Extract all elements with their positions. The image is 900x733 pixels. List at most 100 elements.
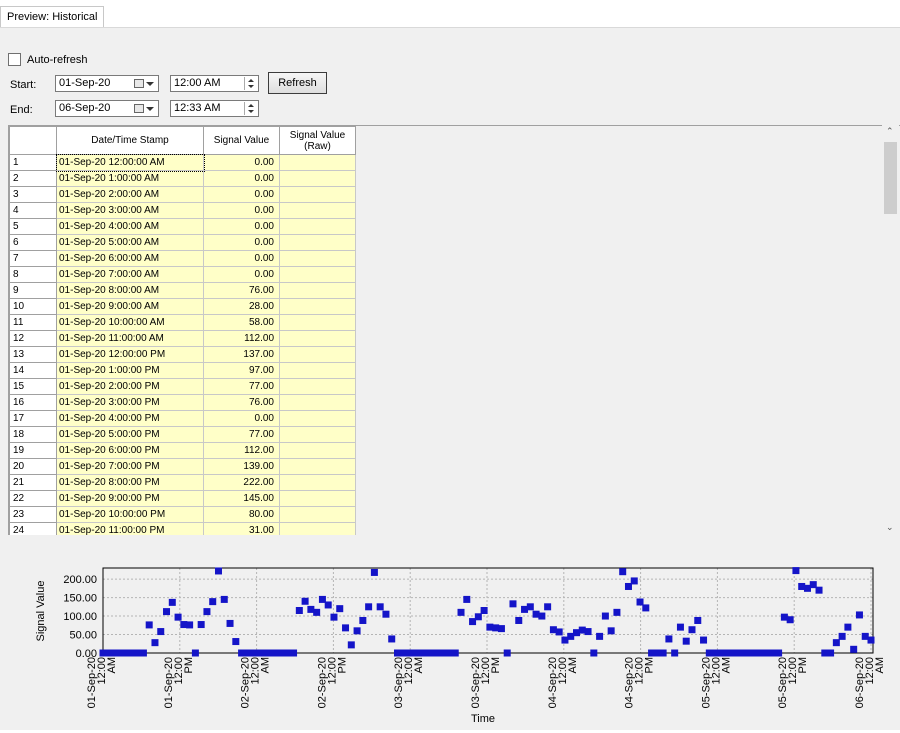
table-row[interactable]: 13 01-Sep-20 12:00:00 PM 137.00 <box>9 346 356 363</box>
signal-value-cell[interactable]: 97.00 <box>203 362 280 379</box>
signal-raw-cell[interactable] <box>279 170 356 187</box>
signal-raw-cell[interactable] <box>279 410 356 427</box>
auto-refresh-checkbox[interactable] <box>8 53 21 66</box>
signal-raw-cell[interactable] <box>279 282 356 299</box>
signal-value-cell[interactable]: 139.00 <box>203 458 280 475</box>
table-row[interactable]: 9 01-Sep-20 8:00:00 AM 76.00 <box>9 282 356 299</box>
timestamp-cell[interactable]: 01-Sep-20 9:00:00 AM <box>56 298 204 315</box>
signal-raw-cell[interactable] <box>279 506 356 523</box>
timestamp-cell[interactable]: 01-Sep-20 3:00:00 PM <box>56 394 204 411</box>
table-row[interactable]: 2 01-Sep-20 1:00:00 AM 0.00 <box>9 170 356 187</box>
table-row[interactable]: 21 01-Sep-20 8:00:00 PM 222.00 <box>9 474 356 491</box>
timestamp-cell[interactable]: 01-Sep-20 1:00:00 AM <box>56 170 204 187</box>
signal-raw-cell[interactable] <box>279 378 356 395</box>
row-number[interactable]: 16 <box>9 394 57 411</box>
signal-value-cell[interactable]: 0.00 <box>203 218 280 235</box>
signal-value-cell[interactable]: 0.00 <box>203 266 280 283</box>
row-number[interactable]: 10 <box>9 298 57 315</box>
vertical-scrollbar[interactable]: ⌃ ⌄ <box>882 125 899 534</box>
column-header[interactable]: Signal Value (Raw) <box>279 126 356 155</box>
timestamp-cell[interactable]: 01-Sep-20 8:00:00 PM <box>56 474 204 491</box>
signal-value-cell[interactable]: 28.00 <box>203 298 280 315</box>
row-number[interactable]: 18 <box>9 426 57 443</box>
row-number[interactable]: 6 <box>9 234 57 251</box>
timestamp-cell[interactable]: 01-Sep-20 8:00:00 AM <box>56 282 204 299</box>
timestamp-cell[interactable]: 01-Sep-20 12:00:00 PM <box>56 346 204 363</box>
end-time-spinner[interactable] <box>244 102 257 115</box>
signal-value-cell[interactable]: 0.00 <box>203 234 280 251</box>
row-number[interactable]: 24 <box>9 522 57 535</box>
row-number[interactable]: 23 <box>9 506 57 523</box>
spin-down-icon[interactable] <box>245 83 257 89</box>
row-number[interactable]: 9 <box>9 282 57 299</box>
row-number-header[interactable] <box>9 126 57 155</box>
timestamp-cell[interactable]: 01-Sep-20 1:00:00 PM <box>56 362 204 379</box>
signal-raw-cell[interactable] <box>279 362 356 379</box>
signal-raw-cell[interactable] <box>279 394 356 411</box>
signal-value-cell[interactable]: 76.00 <box>203 282 280 299</box>
start-time-picker[interactable]: 12:00 AM <box>170 75 259 92</box>
row-number[interactable]: 21 <box>9 474 57 491</box>
signal-raw-cell[interactable] <box>279 346 356 363</box>
end-time-picker[interactable]: 12:33 AM <box>170 100 259 117</box>
signal-value-cell[interactable]: 0.00 <box>203 154 280 171</box>
timestamp-cell[interactable]: 01-Sep-20 4:00:00 AM <box>56 218 204 235</box>
table-row[interactable]: 5 01-Sep-20 4:00:00 AM 0.00 <box>9 218 356 235</box>
signal-raw-cell[interactable] <box>279 266 356 283</box>
data-grid[interactable]: Date/Time Stamp Signal Value Signal Valu… <box>8 125 900 535</box>
signal-raw-cell[interactable] <box>279 522 356 535</box>
signal-raw-cell[interactable] <box>279 314 356 331</box>
row-number[interactable]: 14 <box>9 362 57 379</box>
timestamp-cell[interactable]: 01-Sep-20 9:00:00 PM <box>56 490 204 507</box>
table-row[interactable]: 15 01-Sep-20 2:00:00 PM 77.00 <box>9 378 356 395</box>
scroll-up-icon[interactable]: ⌃ <box>886 126 894 137</box>
signal-raw-cell[interactable] <box>279 426 356 443</box>
table-row[interactable]: 11 01-Sep-20 10:00:00 AM 58.00 <box>9 314 356 331</box>
row-number[interactable]: 3 <box>9 186 57 203</box>
start-time-spinner[interactable] <box>244 77 257 90</box>
timestamp-cell[interactable]: 01-Sep-20 5:00:00 PM <box>56 426 204 443</box>
signal-value-cell[interactable]: 112.00 <box>203 330 280 347</box>
column-header[interactable]: Signal Value <box>203 126 280 155</box>
signal-value-cell[interactable]: 0.00 <box>203 186 280 203</box>
signal-raw-cell[interactable] <box>279 154 356 171</box>
table-row[interactable]: 12 01-Sep-20 11:00:00 AM 112.00 <box>9 330 356 347</box>
signal-value-cell[interactable]: 222.00 <box>203 474 280 491</box>
signal-value-cell[interactable]: 0.00 <box>203 250 280 267</box>
timestamp-cell[interactable]: 01-Sep-20 2:00:00 PM <box>56 378 204 395</box>
row-number[interactable]: 15 <box>9 378 57 395</box>
signal-value-cell[interactable]: 145.00 <box>203 490 280 507</box>
signal-raw-cell[interactable] <box>279 218 356 235</box>
row-number[interactable]: 8 <box>9 266 57 283</box>
signal-value-cell[interactable]: 31.00 <box>203 522 280 535</box>
timestamp-cell[interactable]: 01-Sep-20 10:00:00 PM <box>56 506 204 523</box>
column-header[interactable]: Date/Time Stamp <box>56 126 204 155</box>
signal-value-cell[interactable]: 0.00 <box>203 202 280 219</box>
table-row[interactable]: 22 01-Sep-20 9:00:00 PM 145.00 <box>9 490 356 507</box>
row-number[interactable]: 1 <box>9 154 57 171</box>
timestamp-cell[interactable]: 01-Sep-20 10:00:00 AM <box>56 314 204 331</box>
table-row[interactable]: 20 01-Sep-20 7:00:00 PM 139.00 <box>9 458 356 475</box>
table-row[interactable]: 4 01-Sep-20 3:00:00 AM 0.00 <box>9 202 356 219</box>
timestamp-cell[interactable]: 01-Sep-20 11:00:00 PM <box>56 522 204 535</box>
row-number[interactable]: 5 <box>9 218 57 235</box>
signal-raw-cell[interactable] <box>279 490 356 507</box>
signal-value-cell[interactable]: 77.00 <box>203 426 280 443</box>
signal-raw-cell[interactable] <box>279 298 356 315</box>
table-row[interactable]: 8 01-Sep-20 7:00:00 AM 0.00 <box>9 266 356 283</box>
table-row[interactable]: 6 01-Sep-20 5:00:00 AM 0.00 <box>9 234 356 251</box>
table-row[interactable]: 23 01-Sep-20 10:00:00 PM 80.00 <box>9 506 356 523</box>
table-row[interactable]: 16 01-Sep-20 3:00:00 PM 76.00 <box>9 394 356 411</box>
timestamp-cell[interactable]: 01-Sep-20 3:00:00 AM <box>56 202 204 219</box>
signal-value-cell[interactable]: 0.00 <box>203 170 280 187</box>
table-row[interactable]: 14 01-Sep-20 1:00:00 PM 97.00 <box>9 362 356 379</box>
timestamp-cell[interactable]: 01-Sep-20 6:00:00 PM <box>56 442 204 459</box>
timestamp-cell[interactable]: 01-Sep-20 7:00:00 AM <box>56 266 204 283</box>
start-date-picker[interactable]: 01-Sep-20 <box>55 75 159 92</box>
signal-raw-cell[interactable] <box>279 442 356 459</box>
row-number[interactable]: 17 <box>9 410 57 427</box>
table-row[interactable]: 7 01-Sep-20 6:00:00 AM 0.00 <box>9 250 356 267</box>
row-number[interactable]: 13 <box>9 346 57 363</box>
signal-raw-cell[interactable] <box>279 186 356 203</box>
table-row[interactable]: 18 01-Sep-20 5:00:00 PM 77.00 <box>9 426 356 443</box>
